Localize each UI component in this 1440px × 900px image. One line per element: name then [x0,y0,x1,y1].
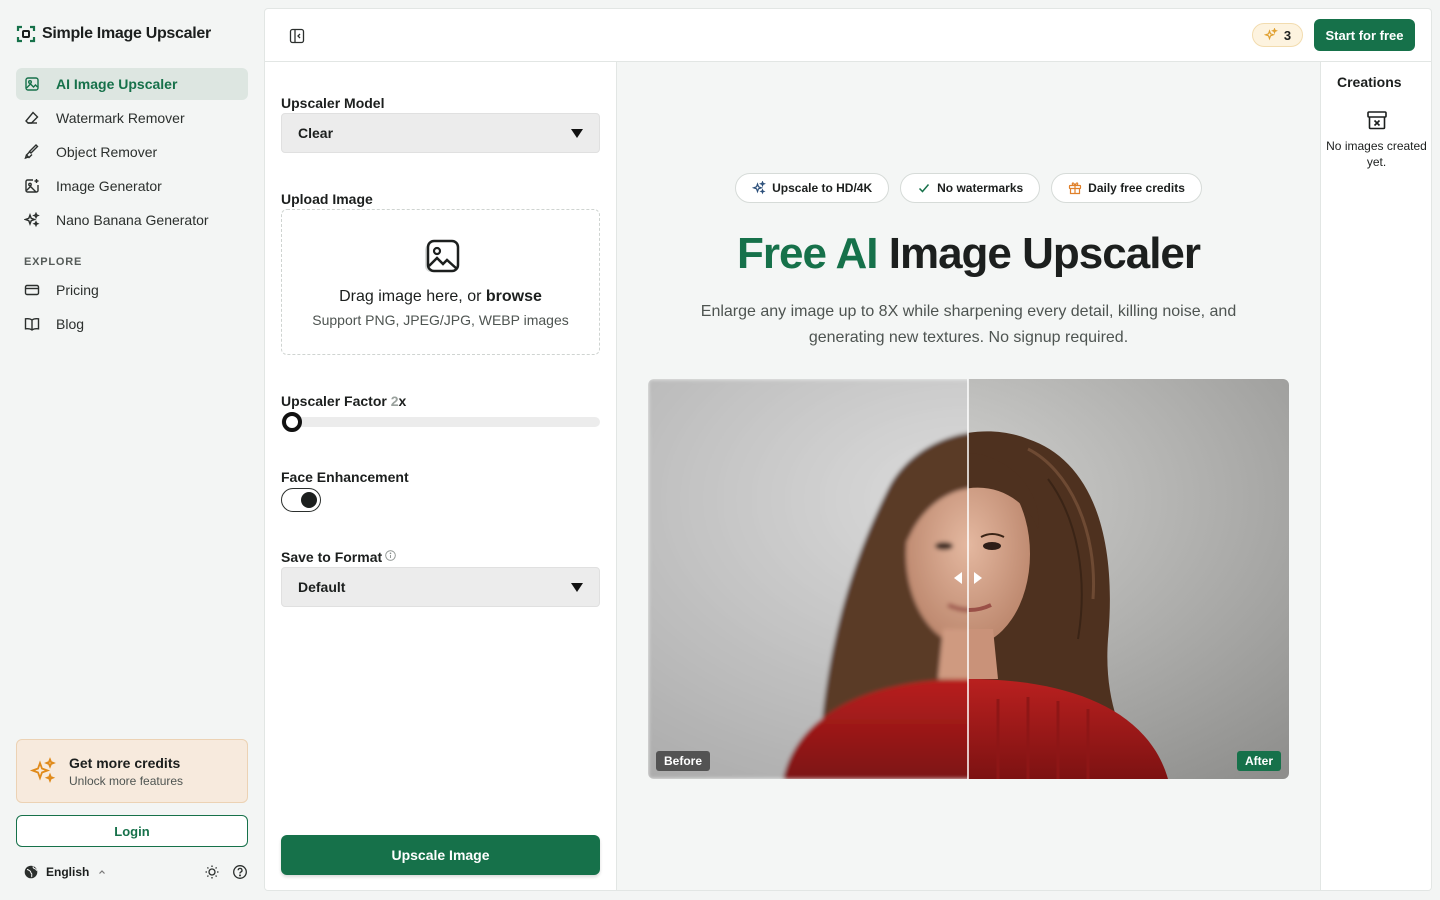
sun-icon[interactable] [204,864,220,880]
before-label: Before [656,751,711,771]
save-format-value: Default [298,579,346,595]
sidebar-item-label: Watermark Remover [56,110,185,126]
creations-title: Creations [1337,74,1402,90]
image-plus-icon [25,179,39,193]
sidebar-item-label: Object Remover [56,144,158,160]
hero-title-rest: Image Upscaler [877,229,1201,278]
comparison-image [648,379,1289,779]
globe-icon [24,865,38,879]
start-for-free-button[interactable]: Start for free [1314,19,1415,51]
hero-title: Free AI Image Upscaler [617,229,1320,279]
factor-value: 2 [390,393,399,409]
toggle-knob [301,492,317,508]
save-format-select[interactable]: Default [281,567,600,607]
brush-icon [24,144,39,160]
creations-panel: Creations No images created yet. [1320,62,1431,890]
eraser-icon [25,111,39,124]
info-icon[interactable] [385,550,396,561]
credits-card-title: Get more credits [69,754,181,771]
sidebar-collapse-icon[interactable] [289,28,305,44]
sidebar-item-label: Blog [56,316,85,332]
sidebar-item-watermark-remover[interactable]: Watermark Remover [16,102,248,134]
sidebar-item-pricing[interactable]: Pricing [16,274,248,306]
login-button[interactable]: Login [16,815,248,847]
upscaler-model-select[interactable]: Clear [281,113,600,153]
caret-down-icon [571,582,583,592]
sparkles-icon [752,181,767,195]
brand-name: Simple Image Upscaler [42,25,211,42]
factor-suffix: x [398,393,407,409]
dropzone-text: Drag image here, or [339,288,486,305]
badge-label: No watermarks [937,181,1024,195]
sidebar-item-blog[interactable]: Blog [16,308,248,340]
upscaler-model-value: Clear [298,125,334,141]
language-selector[interactable]: English [46,865,89,879]
factor-label-text: Upscaler Factor [281,393,391,409]
sidebar-item-label: Image Generator [56,178,162,194]
image-upload-icon [425,239,460,273]
footer-row: English [24,862,248,882]
slider-thumb[interactable] [282,412,302,432]
feature-badges: Upscale to HD/4K No watermarks Daily fre… [617,173,1320,203]
badge-daily-credits: Daily free credits [1051,173,1202,203]
badge-label: Upscale to HD/4K [772,181,873,195]
sidebar-item-object-remover[interactable]: Object Remover [16,136,248,168]
dropzone-title: Drag image here, or browse [282,288,599,306]
upscaler-factor-label: Upscaler Factor 2x [281,393,406,409]
upload-dropzone[interactable]: Drag image here, or browse Support PNG, … [281,209,600,355]
upscale-image-button[interactable]: Upscale Image [281,835,600,875]
sparkles-icon [1263,28,1278,41]
before-after-comparison[interactable]: Before After [648,379,1289,779]
hero-subtitle: Enlarge any image up to 8X while sharpen… [700,303,1237,346]
help-icon[interactable] [232,864,248,880]
sidebar-item-ai-image-upscaler[interactable]: AI Image Upscaler [16,68,248,100]
credits-count: 3 [1283,27,1292,43]
badge-label: Daily free credits [1088,181,1185,195]
hero-section: Upscale to HD/4K No watermarks Daily fre… [617,62,1320,890]
check-icon [919,184,930,193]
upscaler-factor-slider[interactable] [281,417,600,427]
sidebar: Simple Image Upscaler AI Image Upscaler … [0,0,264,900]
gift-icon [1069,182,1082,195]
get-credits-card[interactable]: Get more credits Unlock more features [16,739,248,803]
chevron-up-icon[interactable] [97,867,107,877]
browse-link[interactable]: browse [486,288,542,305]
sparkles-icon [29,757,56,784]
creations-empty-text: No images created yet. [1326,139,1427,169]
controls-panel: Upscaler Model Clear Upload Image Drag i… [265,62,617,890]
badge-no-watermarks: No watermarks [900,173,1041,203]
caret-down-icon [571,128,583,138]
image-sparkle-icon [25,77,39,91]
explore-heading: EXPLORE [24,256,83,268]
face-enhancement-toggle[interactable] [281,488,321,512]
archive-x-icon [1367,111,1387,130]
save-format-label-row: Save to Format [281,549,396,565]
sidebar-item-label: AI Image Upscaler [56,76,178,92]
sidebar-item-label: Nano Banana Generator [56,212,209,228]
badge-upscale-hd: Upscale to HD/4K [735,173,890,203]
credit-card-icon [24,284,40,296]
sidebar-item-nano-banana-generator[interactable]: Nano Banana Generator [16,204,248,236]
save-format-label: Save to Format [281,549,383,565]
dropzone-subtitle: Support PNG, JPEG/JPG, WEBP images [312,312,569,328]
credits-card-subtitle: Unlock more features [69,773,184,788]
hero-title-highlight: Free AI [736,229,879,278]
brand-logo[interactable]: Simple Image Upscaler [16,24,211,44]
main-panel: 3 Start for free Upscaler Model Clear Up… [264,8,1432,891]
sidebar-item-label: Pricing [56,282,99,298]
sidebar-item-image-generator[interactable]: Image Generator [16,170,248,202]
credits-counter[interactable]: 3 [1252,23,1303,47]
upload-image-label: Upload Image [281,191,373,207]
sidebar-nav: AI Image Upscaler Watermark Remover Obje… [16,68,248,342]
after-label: After [1236,751,1281,771]
book-icon [24,317,40,331]
sparkles-icon [24,212,40,228]
scan-logo-icon [16,25,36,43]
upscaler-model-label: Upscaler Model [281,95,385,111]
top-bar: 3 Start for free [265,9,1431,62]
face-enhancement-label: Face Enhancement [281,469,409,485]
